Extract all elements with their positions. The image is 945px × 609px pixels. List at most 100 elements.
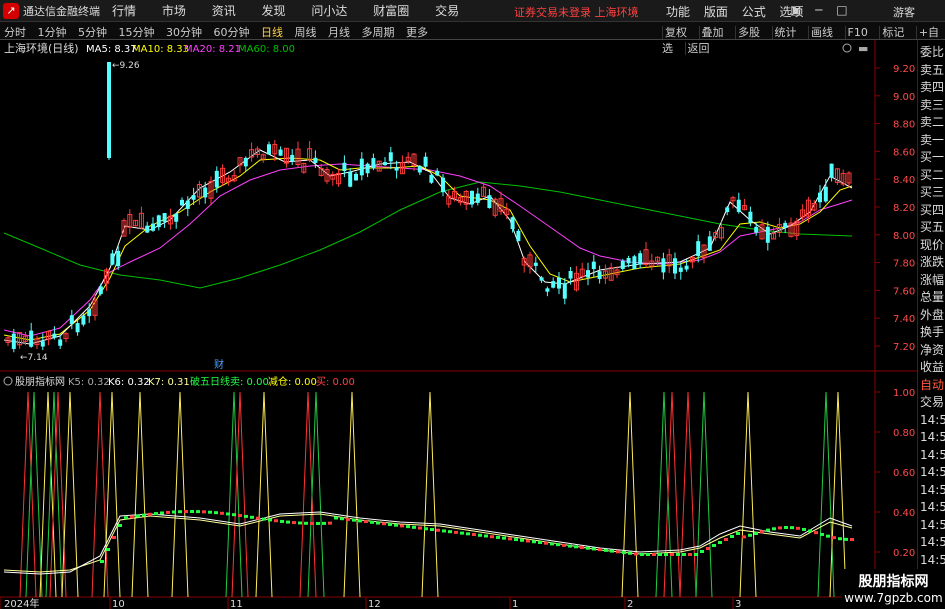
menu-item-functions[interactable]: 功能 — [666, 5, 690, 19]
tool-multi-stock[interactable]: 多股 — [735, 26, 762, 39]
menu-item-formula[interactable]: 公式 — [742, 5, 766, 19]
tab-more[interactable]: 更多 — [406, 26, 428, 39]
side-item[interactable]: 买五 — [918, 219, 945, 237]
menu-item-news[interactable]: 资讯 — [212, 4, 236, 18]
indicator-bar — [202, 510, 206, 514]
candle-body-down — [539, 277, 544, 281]
indicator-bar — [778, 526, 782, 530]
indicator-bar — [286, 520, 290, 524]
side-item[interactable]: 总量 — [918, 289, 945, 307]
indicator-settings-icon[interactable] — [3, 376, 13, 386]
candle-body-down — [145, 225, 150, 233]
menu-item-market[interactable]: 行情 — [112, 4, 136, 18]
side-item[interactable]: 卖一 — [918, 132, 945, 150]
side-time: 14:56 — [920, 430, 945, 444]
candle-body-down — [110, 253, 115, 265]
tab-5min[interactable]: 5分钟 — [78, 26, 107, 39]
indicator-bar — [604, 548, 608, 552]
candle-body-down — [591, 261, 596, 270]
side-item[interactable]: 涨幅 — [918, 272, 945, 290]
menu-item-community[interactable]: 财富圈 — [373, 4, 409, 18]
side-item[interactable]: 委比 — [918, 44, 945, 62]
tool-mark[interactable]: 标记 — [879, 26, 907, 39]
side-item-auto[interactable]: 自动 — [918, 377, 945, 395]
candle-body-down — [116, 250, 121, 267]
indicator-bar — [190, 510, 194, 514]
side-time: 14:56 — [920, 535, 945, 549]
menu-item-exchange[interactable]: 市场 — [162, 4, 186, 18]
tool-overlay[interactable]: 叠加 — [698, 26, 726, 39]
side-item[interactable]: 卖五 — [918, 62, 945, 80]
side-item[interactable]: 涨跌 — [918, 254, 945, 272]
tab-multi-period[interactable]: 多周期 — [362, 26, 395, 39]
tab-weekly[interactable]: 周线 — [295, 26, 317, 39]
side-item[interactable]: 外盘 — [918, 307, 945, 325]
tab-15min[interactable]: 15分钟 — [119, 26, 155, 39]
candle-body-down — [696, 241, 701, 257]
price-tick-label: 8.80 — [893, 120, 915, 131]
collapse-icon[interactable]: ▬ — [858, 42, 868, 55]
side-item[interactable]: 卖四 — [918, 79, 945, 97]
tool-f10[interactable]: F10 — [844, 26, 870, 39]
candle-body-down — [423, 156, 428, 167]
side-item[interactable]: 卖三 — [918, 97, 945, 115]
tab-1min[interactable]: 1分钟 — [38, 26, 67, 39]
tool-adjust[interactable]: 复权 — [662, 26, 689, 39]
tab-timeshare[interactable]: 分时 — [4, 26, 26, 39]
indicator-spike — [307, 391, 325, 598]
tab-daily[interactable]: 日线 — [261, 26, 283, 39]
side-item[interactable]: 买二 — [918, 167, 945, 185]
finance-marker[interactable]: 财 — [214, 358, 224, 371]
indicator-tick-label: 0.20 — [893, 548, 915, 559]
side-item[interactable]: 买一 — [918, 149, 945, 167]
menu-item-layout[interactable]: 版面 — [704, 5, 728, 19]
candle-body-down — [313, 157, 318, 163]
menu-item-discover[interactable]: 发现 — [262, 4, 286, 18]
candle-body-down — [470, 190, 474, 205]
candle-body-down — [69, 315, 74, 325]
candle-body-down — [81, 315, 86, 325]
tool-draw[interactable]: 画线 — [808, 26, 835, 39]
candle-body-down — [394, 167, 399, 171]
candle-body-down — [557, 277, 561, 289]
candle-body-down — [441, 177, 445, 193]
side-item[interactable]: 买四 — [918, 202, 945, 220]
side-item[interactable]: 卖二 — [918, 114, 945, 132]
candle-body-down — [429, 174, 434, 183]
candles[interactable] — [5, 62, 852, 353]
minimize-icon[interactable]: ─ — [815, 3, 822, 17]
menu-item-assistant[interactable]: 问小达 — [311, 4, 347, 18]
candle-body-down — [174, 213, 179, 222]
candle-body-down — [365, 163, 370, 174]
price-tick-label: 7.20 — [893, 342, 915, 353]
indicator-bar — [346, 517, 350, 521]
side-item[interactable]: 买三 — [918, 184, 945, 202]
indicator-bar — [748, 533, 752, 537]
side-item-trade[interactable]: 交易 — [918, 394, 945, 412]
tab-monthly[interactable]: 月线 — [328, 26, 350, 39]
date-label-2: 2 — [627, 599, 633, 609]
kline-chart[interactable]: 上海环境(日线) MA5: 8.37 MA10: 8.33 MA20: 8.21… — [0, 40, 945, 609]
indicator-bar — [262, 517, 266, 521]
candle-body-down — [290, 154, 295, 162]
login-notice[interactable]: 证券交易未登录 上海环境 — [514, 4, 639, 20]
indicator-bar — [802, 527, 806, 531]
candle-body-down — [151, 223, 155, 231]
stock-title: 上海环境(日线) — [4, 41, 79, 55]
menu-item-trade[interactable]: 交易 — [435, 4, 459, 18]
side-item[interactable]: 收益 — [918, 359, 945, 377]
indicator-bar — [448, 530, 452, 534]
tab-30min[interactable]: 30分钟 — [166, 26, 202, 39]
side-item[interactable]: 换手 — [918, 324, 945, 342]
skin-icon[interactable]: ▣ — [790, 3, 801, 17]
tool-stats[interactable]: 统计 — [771, 26, 799, 39]
settings-icon[interactable] — [842, 43, 852, 53]
guest-label[interactable]: 游客 — [893, 4, 915, 20]
side-item[interactable]: 净资 — [918, 342, 945, 360]
maximize-icon[interactable]: □ — [836, 3, 847, 17]
side-item[interactable]: 现价 — [918, 237, 945, 255]
indicator-bar — [502, 536, 506, 540]
indicator-bar — [772, 527, 776, 531]
tab-60min[interactable]: 60分钟 — [214, 26, 250, 39]
indicator-bar — [712, 544, 716, 547]
